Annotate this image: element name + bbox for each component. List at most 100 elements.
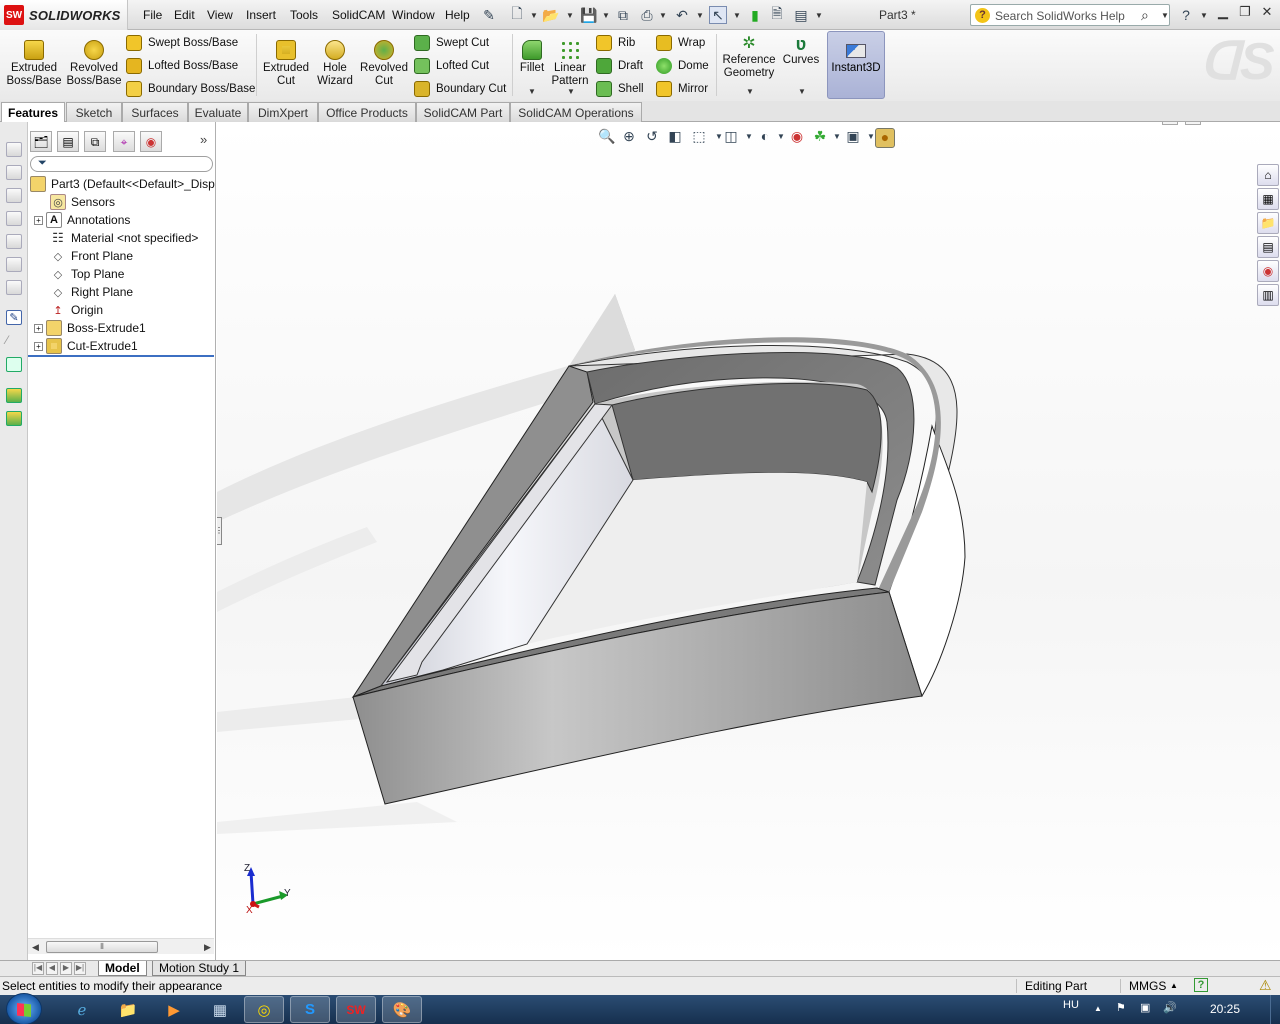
dome-button[interactable]: Dome: [656, 56, 709, 76]
undo-dropdown-icon[interactable]: ▼: [696, 11, 704, 20]
select-pointer-icon[interactable]: ↖: [709, 6, 727, 24]
fillet-button[interactable]: Fillet: [516, 30, 548, 75]
prev-tab-icon[interactable]: ◀: [46, 962, 58, 975]
file-explorer-icon[interactable]: 📁: [1257, 212, 1279, 234]
expand-panel-icon[interactable]: »: [200, 132, 207, 147]
options-icon[interactable]: ▤: [792, 6, 810, 24]
tab-model[interactable]: Model: [98, 961, 147, 976]
open-icon[interactable]: 📂: [542, 6, 560, 24]
search-icon[interactable]: ⌕: [1141, 7, 1149, 24]
print-dropdown-icon[interactable]: ▼: [659, 11, 667, 20]
relations-icon[interactable]: [6, 357, 22, 372]
last-tab-icon[interactable]: ▶|: [74, 962, 86, 975]
volume-icon[interactable]: 🔊: [1163, 1001, 1177, 1014]
start-button[interactable]: [6, 993, 42, 1024]
extruded-cut-button[interactable]: Extruded Cut: [260, 30, 312, 88]
revolved-boss-button[interactable]: Revolved Boss/Base: [66, 30, 122, 88]
menu-insert[interactable]: Insert: [246, 8, 276, 22]
view-right-icon[interactable]: [6, 211, 22, 226]
new-dropdown-icon[interactable]: ▼: [530, 11, 538, 20]
action-center-icon[interactable]: ⚑: [1116, 1001, 1126, 1014]
curves-dropdown-icon[interactable]: ▼: [798, 87, 806, 96]
open-dropdown-icon[interactable]: ▼: [566, 11, 574, 20]
draft-button[interactable]: Draft: [596, 56, 643, 76]
view-left-icon[interactable]: [6, 188, 22, 203]
solidworks-logo[interactable]: SW SOLIDWORKS: [0, 0, 128, 30]
view-palette-icon[interactable]: ▤: [1257, 236, 1279, 258]
rebuild-status-icon[interactable]: ⚠: [1259, 977, 1272, 994]
clock[interactable]: 20:25: [1210, 1002, 1240, 1016]
view-iso-icon[interactable]: [6, 280, 22, 295]
custom-properties-icon[interactable]: ▥: [1257, 284, 1279, 306]
realview-icon[interactable]: ●: [875, 128, 895, 148]
media-player-icon[interactable]: ▶: [154, 996, 194, 1023]
search-box[interactable]: ? Search SolidWorks Help ⌕: [970, 4, 1170, 26]
close-icon[interactable]: ✕: [1256, 4, 1278, 24]
reference-dropdown-icon[interactable]: ▼: [746, 87, 754, 96]
tab-surfaces[interactable]: Surfaces: [122, 102, 188, 122]
scroll-left-icon[interactable]: ◀: [32, 942, 39, 953]
menu-file[interactable]: File: [143, 8, 162, 22]
select-dropdown-icon[interactable]: ▼: [733, 11, 741, 20]
show-desktop-button[interactable]: [1270, 995, 1280, 1024]
expand-icon[interactable]: +: [34, 341, 43, 351]
previous-view-icon[interactable]: ↺: [642, 128, 662, 148]
pin-menu-icon[interactable]: ✎: [480, 6, 498, 24]
fillet-dropdown-icon[interactable]: ▼: [528, 87, 536, 96]
save-icon[interactable]: 💾: [580, 6, 598, 24]
minimize-icon[interactable]: ▁: [1212, 4, 1234, 24]
tab-features[interactable]: Features: [1, 102, 65, 122]
wrap-button[interactable]: Wrap: [656, 33, 705, 53]
pattern-dropdown-icon[interactable]: ▼: [567, 87, 575, 96]
scroll-right-icon[interactable]: ▶: [204, 942, 211, 953]
boundary-cut-button[interactable]: Boundary Cut: [414, 79, 506, 99]
traffic-light-icon[interactable]: ▮: [746, 6, 764, 24]
design-library-icon[interactable]: ▦: [1257, 188, 1279, 210]
view-bottom-icon[interactable]: [6, 257, 22, 272]
display-style-icon[interactable]: ◫: [721, 128, 741, 148]
tab-solidcam-part[interactable]: SolidCAM Part: [416, 102, 510, 122]
windows-explorer-icon[interactable]: 📁: [108, 996, 148, 1023]
rebuild-window-icon[interactable]: ⧉: [614, 6, 632, 24]
tab-evaluate[interactable]: Evaluate: [188, 102, 248, 122]
hole-wizard-button[interactable]: Hole Wizard: [312, 30, 358, 88]
tree-item-material[interactable]: ☷ Material <not specified>: [50, 229, 198, 247]
tab-office-products[interactable]: Office Products: [318, 102, 416, 122]
viewport-restore-icon[interactable]: ❐: [1229, 122, 1245, 125]
search-placeholder[interactable]: Search SolidWorks Help: [995, 9, 1125, 23]
sketch-icon[interactable]: ✎: [6, 310, 22, 325]
shell-button[interactable]: Shell: [596, 79, 644, 99]
linear-pattern-button[interactable]: Linear Pattern: [550, 30, 590, 88]
feature-tree-tab-icon[interactable]: 🗂: [30, 131, 52, 152]
section-view-icon[interactable]: ◧: [665, 128, 685, 148]
viewport-split-icon[interactable]: ◫: [1162, 122, 1178, 125]
status-help-icon[interactable]: ?: [1194, 978, 1208, 992]
calculator-icon[interactable]: ▦: [200, 996, 240, 1023]
tab-dimxpert[interactable]: DimXpert: [248, 102, 318, 122]
appearance-tab-icon[interactable]: ◉: [140, 131, 162, 152]
tree-item-boss-extrude1[interactable]: + Boss-Extrude1: [34, 319, 146, 337]
dimxpert-tab-icon[interactable]: ⌖: [113, 131, 135, 152]
language-indicator[interactable]: HU: [1063, 999, 1079, 1011]
tree-item-annotations[interactable]: + A Annotations: [34, 211, 130, 229]
menu-tools[interactable]: Tools: [290, 8, 318, 22]
lofted-boss-button[interactable]: Lofted Boss/Base: [126, 56, 238, 76]
reference-geometry-button[interactable]: ✲ Reference Geometry: [720, 30, 778, 80]
next-tab-icon[interactable]: ▶: [60, 962, 72, 975]
property-manager-tab-icon[interactable]: ▤: [57, 131, 79, 152]
viewport-close-icon[interactable]: ✕: [1253, 122, 1269, 125]
tab-sketch[interactable]: Sketch: [66, 102, 122, 122]
search-dropdown-icon[interactable]: ▼: [1161, 11, 1169, 20]
expand-icon[interactable]: +: [34, 215, 43, 225]
tree-item-cut-extrude1[interactable]: + Cut-Extrude1: [34, 337, 138, 355]
configuration-tab-icon[interactable]: ⧉: [84, 131, 106, 152]
menu-help[interactable]: Help: [445, 8, 470, 22]
view-settings-icon[interactable]: ▣: [843, 128, 863, 148]
zoom-to-area-icon[interactable]: ⊕: [619, 128, 639, 148]
paint-icon[interactable]: 🎨: [382, 996, 422, 1023]
help-icon[interactable]: ?: [1177, 6, 1195, 24]
solidworks-taskbar-icon[interactable]: SW: [336, 996, 376, 1023]
revolved-cut-button[interactable]: Revolved Cut: [358, 30, 410, 88]
edit-appearance-icon[interactable]: ◉: [787, 128, 807, 148]
smart-dimension-icon[interactable]: ⁄: [6, 333, 22, 348]
